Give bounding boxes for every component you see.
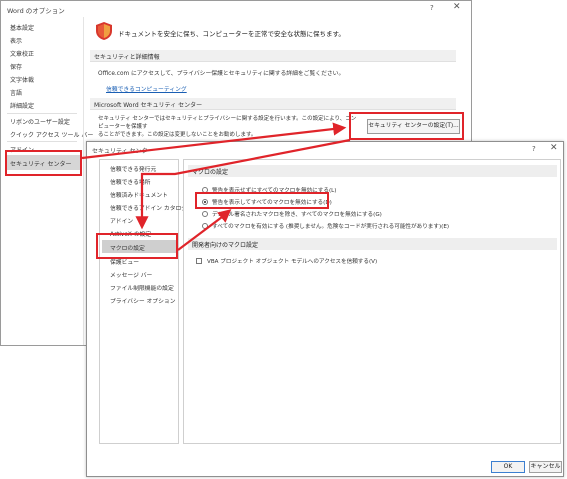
- ok-button[interactable]: OK: [491, 461, 525, 473]
- help-icon[interactable]: ?: [532, 145, 536, 153]
- privacy-description: Office.com にアクセスして、プライバシー保護とセキュリティに関する詳細…: [98, 71, 345, 77]
- page-headline: ドキュメントを安全に保ち、コンピューターを正常で安全な状態に保ちます。: [118, 30, 345, 38]
- sidebar-divider: [7, 113, 77, 114]
- annotation-box-disable-with-notification: [195, 192, 329, 209]
- sidebar-item-message-bar[interactable]: メッセージ バー: [110, 270, 152, 279]
- close-icon[interactable]: ✕: [453, 3, 461, 12]
- radio-label: すべてのマクロを有効にする (推奨しません。危険なコードが実行される可能性があり…: [212, 224, 450, 230]
- annotation-box-trust-center-nav: [5, 150, 82, 176]
- macro-option-disable-except-signed[interactable]: デジタル署名されたマクロを除き、すべてのマクロを無効にする(G): [202, 210, 382, 218]
- trust-center-sidebar: 信頼できる発行元 信頼できる場所 信頼済みドキュメント 信頼できるアドイン カタ…: [99, 159, 187, 444]
- sidebar-item-typography[interactable]: 文字体裁: [10, 75, 34, 84]
- checkbox-label: VBA プロジェクト オブジェクト モデルへのアクセスを信頼する(V): [207, 259, 378, 265]
- radio-label: デジタル署名されたマクロを除き、すべてのマクロを無効にする(G): [212, 212, 382, 218]
- sidebar-item-proofing[interactable]: 文章校正: [10, 49, 34, 58]
- sidebar-item-general[interactable]: 基本設定: [10, 23, 34, 32]
- sidebar-item-trusted-locations[interactable]: 信頼できる場所: [110, 177, 150, 186]
- trust-center-description-line: ることができます。この設定は変更しないことをお勧めします。: [98, 132, 257, 138]
- window-title: Word のオプション: [7, 7, 65, 15]
- close-icon[interactable]: ✕: [550, 144, 558, 153]
- trust-center-description-line: セキュリティ センターではセキュリティとプライバシーに関する設定を行います。この…: [98, 116, 357, 130]
- sidebar-divider: [7, 141, 77, 142]
- sidebar-item-save[interactable]: 保存: [10, 62, 22, 71]
- macro-option-enable-all[interactable]: すべてのマクロを有効にする (推奨しません。危険なコードが実行される可能性があり…: [202, 222, 449, 230]
- trust-center-description: セキュリティ センターではセキュリティとプライバシーに関する設定を行います。この…: [98, 115, 360, 139]
- sidebar-item-addins[interactable]: アドイン: [110, 216, 133, 225]
- trustworthy-computing-link[interactable]: 信頼できるコンピューティング: [106, 84, 187, 93]
- annotation-box-macro-settings-nav: [96, 233, 178, 259]
- sidebar-item-advanced[interactable]: 詳細設定: [10, 101, 34, 110]
- dialog-title: セキュリティ センター: [92, 148, 154, 155]
- radio-button[interactable]: [202, 223, 208, 229]
- shield-icon: [96, 22, 112, 40]
- checkbox[interactable]: [196, 258, 202, 264]
- section-header-macro-settings: マクロの設定: [188, 165, 557, 177]
- section-header-trust-center: Microsoft Word セキュリティ センター: [90, 98, 456, 110]
- radio-button[interactable]: [202, 211, 208, 217]
- sidebar-item-trusted-publishers[interactable]: 信頼できる発行元: [110, 164, 156, 173]
- sidebar-item-display[interactable]: 表示: [10, 36, 22, 45]
- help-icon[interactable]: ?: [430, 4, 434, 12]
- pane-divider: [83, 17, 84, 345]
- sidebar-item-language[interactable]: 言語: [10, 88, 22, 97]
- sidebar-item-trusted-documents[interactable]: 信頼済みドキュメント: [110, 190, 168, 199]
- vba-trust-access-option[interactable]: VBA プロジェクト オブジェクト モデルへのアクセスを信頼する(V): [196, 257, 377, 265]
- sidebar-item-privacy-options[interactable]: プライバシー オプション: [110, 296, 176, 305]
- sidebar-item-quick-access-toolbar[interactable]: クイック アクセス ツール バー: [10, 130, 93, 139]
- options-sidebar: 基本設定 表示 文章校正 保存 文字体裁 言語 詳細設定 リボンのユーザー設定 …: [2, 17, 93, 345]
- sidebar-item-file-block-settings[interactable]: ファイル制限機能の設定: [110, 283, 174, 292]
- word-options-titlebar: Word のオプション ? ✕: [1, 1, 471, 17]
- sidebar-item-trusted-addin-catalogs[interactable]: 信頼できるアドイン カタログ: [110, 203, 187, 212]
- section-header-privacy: セキュリティと詳細情報: [90, 50, 456, 62]
- sidebar-item-customize-ribbon[interactable]: リボンのユーザー設定: [10, 117, 70, 126]
- section-header-developer-macro-settings: 開発者向けのマクロ設定: [188, 238, 557, 250]
- cancel-button[interactable]: キャンセル: [529, 461, 562, 473]
- annotation-box-trust-center-button: [349, 112, 464, 140]
